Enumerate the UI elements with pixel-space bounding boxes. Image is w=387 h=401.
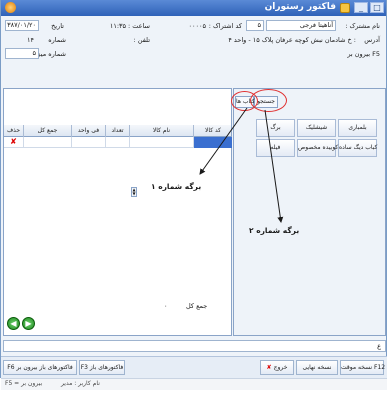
action-bar: نسخه موقت F12 نسخه نهایی ✘ خروج F3 فاکتو…: [1, 356, 387, 378]
table-number-field[interactable]: ۵: [5, 48, 39, 59]
invoice-number-value: ۱۴: [27, 36, 34, 44]
phone-label: تلفن :: [133, 36, 150, 44]
date-label: تاریخ: [51, 22, 64, 30]
col-unit-price: فی واحد: [71, 125, 105, 137]
customer-label: نام مشترک :: [345, 22, 380, 30]
col-item-name: نام کالا: [129, 125, 193, 137]
annotation-tab2: برگه شماره ۲: [249, 226, 300, 235]
time-label: ساعت :: [128, 22, 150, 30]
status-bar: نام کاربر : مدیر F5 = بیرون بر: [1, 378, 387, 390]
title-bar: □ _ فاکتور رستوران: [1, 0, 386, 16]
operator-status: نام کاربر : مدیر: [61, 380, 100, 387]
delete-row-icon[interactable]: ✘: [4, 137, 23, 148]
address-value: : خ شادمان نبش کوچه عرفان پلاک ۱۵ - واحد…: [228, 36, 356, 44]
exit-label: خروج: [273, 364, 288, 371]
takeout-key-hint: F5 = بیرون بر: [5, 380, 43, 387]
open-invoices-button[interactable]: F3 فاکتورهای باز: [79, 360, 125, 375]
window-title: فاکتور رستوران: [264, 2, 336, 12]
quantity-cell[interactable]: [105, 137, 129, 148]
app-menu-orb-icon[interactable]: [5, 2, 16, 13]
customer-code-field[interactable]: ۵: [246, 20, 264, 31]
invoice-window: □ _ فاکتور رستوران نام مشترک : آناهیتا ف…: [0, 0, 387, 390]
category-button[interactable]: شیشلیک: [297, 119, 336, 137]
exit-button[interactable]: ✘ خروج: [260, 360, 294, 375]
category-button[interactable]: کوبیده مخصوص: [297, 139, 338, 157]
total-value: ۰: [164, 302, 168, 310]
items-grid-header: کد کالا نام کالا تعداد فی واحد جمع کل حذ…: [4, 125, 231, 137]
time-value: ۱۱:۳۵: [109, 22, 126, 30]
order-items-pane: کد کالا نام کالا تعداد فی واحد جمع کل حذ…: [3, 88, 232, 336]
quantity-spinner[interactable]: ▲ ▼: [131, 187, 137, 197]
next-arrow-icon[interactable]: ▶: [22, 317, 35, 330]
unit-price-cell: [71, 137, 105, 148]
invoice-app-icon: [340, 3, 350, 13]
col-delete: حذف: [6, 127, 21, 134]
open-takeout-invoices-button[interactable]: F6 فاکتورهای باز بیرون بر: [3, 360, 77, 375]
takeout-hint: F5 بیرون بر: [347, 50, 380, 58]
final-invoice-button[interactable]: نسخه نهایی: [296, 360, 338, 375]
invoice-header: نام مشترک : آناهیتا فرجی ۵ کد اشتراک : ۰…: [3, 18, 384, 66]
date-field[interactable]: ۱۳۸۷/۰۱/۲۰: [5, 20, 39, 31]
col-item-code: کد کالا: [193, 125, 232, 137]
total-label: جمع کل: [186, 302, 208, 310]
minimize-button[interactable]: _: [354, 2, 368, 13]
menu-categories-pane: جستجو کتاب ها بلمباری شیشلیک برگ کباب دی…: [233, 88, 386, 336]
category-button[interactable]: کباب دیگ ساده: [338, 139, 377, 157]
annotation-tab1: برگه شماره ۱: [151, 182, 202, 191]
item-name-cell[interactable]: [129, 137, 193, 148]
total-cell: [23, 137, 71, 148]
previous-arrow-icon[interactable]: ◀: [7, 317, 20, 330]
notes-marker: ع: [377, 342, 381, 350]
temp-invoice-button[interactable]: نسخه موقت F12: [340, 360, 385, 375]
category-button[interactable]: فیله: [256, 139, 295, 157]
maximize-button[interactable]: □: [370, 2, 384, 13]
highlight-circle-tab2: [250, 89, 287, 112]
exit-icon: ✘: [266, 364, 274, 371]
table-row: ▲ ▼ ✘: [4, 137, 232, 197]
item-code-cell[interactable]: [193, 137, 232, 148]
customer-name-field[interactable]: آناهیتا فرجی: [266, 20, 336, 31]
col-quantity: تعداد: [105, 125, 129, 137]
subscription-code-label: کد اشتراک :: [208, 22, 242, 30]
number-label: شماره: [48, 36, 66, 44]
notes-field[interactable]: ع: [3, 340, 386, 352]
category-button[interactable]: بلمباری: [338, 119, 377, 137]
col-total: جمع کل: [23, 125, 71, 137]
address-label: آدرس: [364, 36, 380, 44]
category-button[interactable]: برگ: [256, 119, 295, 137]
subscription-code-value: ۰۰۰۰۵: [188, 22, 206, 30]
